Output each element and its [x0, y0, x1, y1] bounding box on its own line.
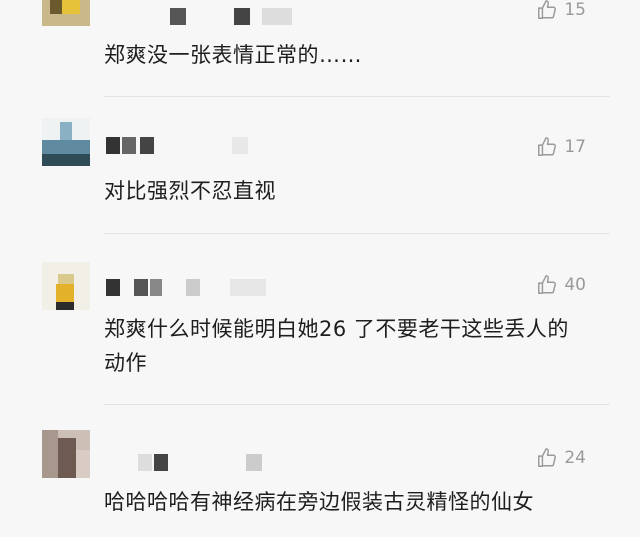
like-count: 15 — [564, 0, 586, 20]
comment-text: 郑爽什么时候能明白她26 了不要老干这些丢人的动作 — [104, 317, 569, 375]
thumbs-up-icon — [538, 275, 557, 294]
avatar[interactable] — [42, 0, 90, 26]
username[interactable] — [104, 454, 304, 474]
like-button[interactable]: 40 — [536, 273, 586, 297]
comment-text: 郑爽没一张表情正常的…… — [104, 43, 362, 67]
thumbs-up-icon — [538, 137, 557, 156]
like-button[interactable]: 17 — [536, 135, 586, 159]
thumbs-up-icon — [538, 0, 557, 19]
like-button[interactable]: 15 — [536, 0, 586, 22]
username[interactable] — [104, 137, 304, 157]
username[interactable] — [104, 279, 304, 299]
like-button[interactable]: 24 — [536, 446, 586, 470]
username[interactable] — [104, 8, 304, 28]
avatar[interactable] — [42, 118, 90, 166]
avatar[interactable] — [42, 262, 90, 310]
comment-text: 哈哈哈哈有神经病在旁边假装古灵精怪的仙女 — [104, 490, 534, 514]
comment-text: 对比强烈不忍直视 — [104, 179, 276, 203]
like-count: 40 — [564, 275, 586, 295]
avatar[interactable] — [42, 430, 90, 478]
like-count: 17 — [564, 137, 586, 157]
divider — [104, 96, 610, 97]
divider — [104, 404, 610, 405]
divider — [104, 233, 610, 234]
like-count: 24 — [564, 448, 586, 468]
thumbs-up-icon — [538, 448, 557, 467]
